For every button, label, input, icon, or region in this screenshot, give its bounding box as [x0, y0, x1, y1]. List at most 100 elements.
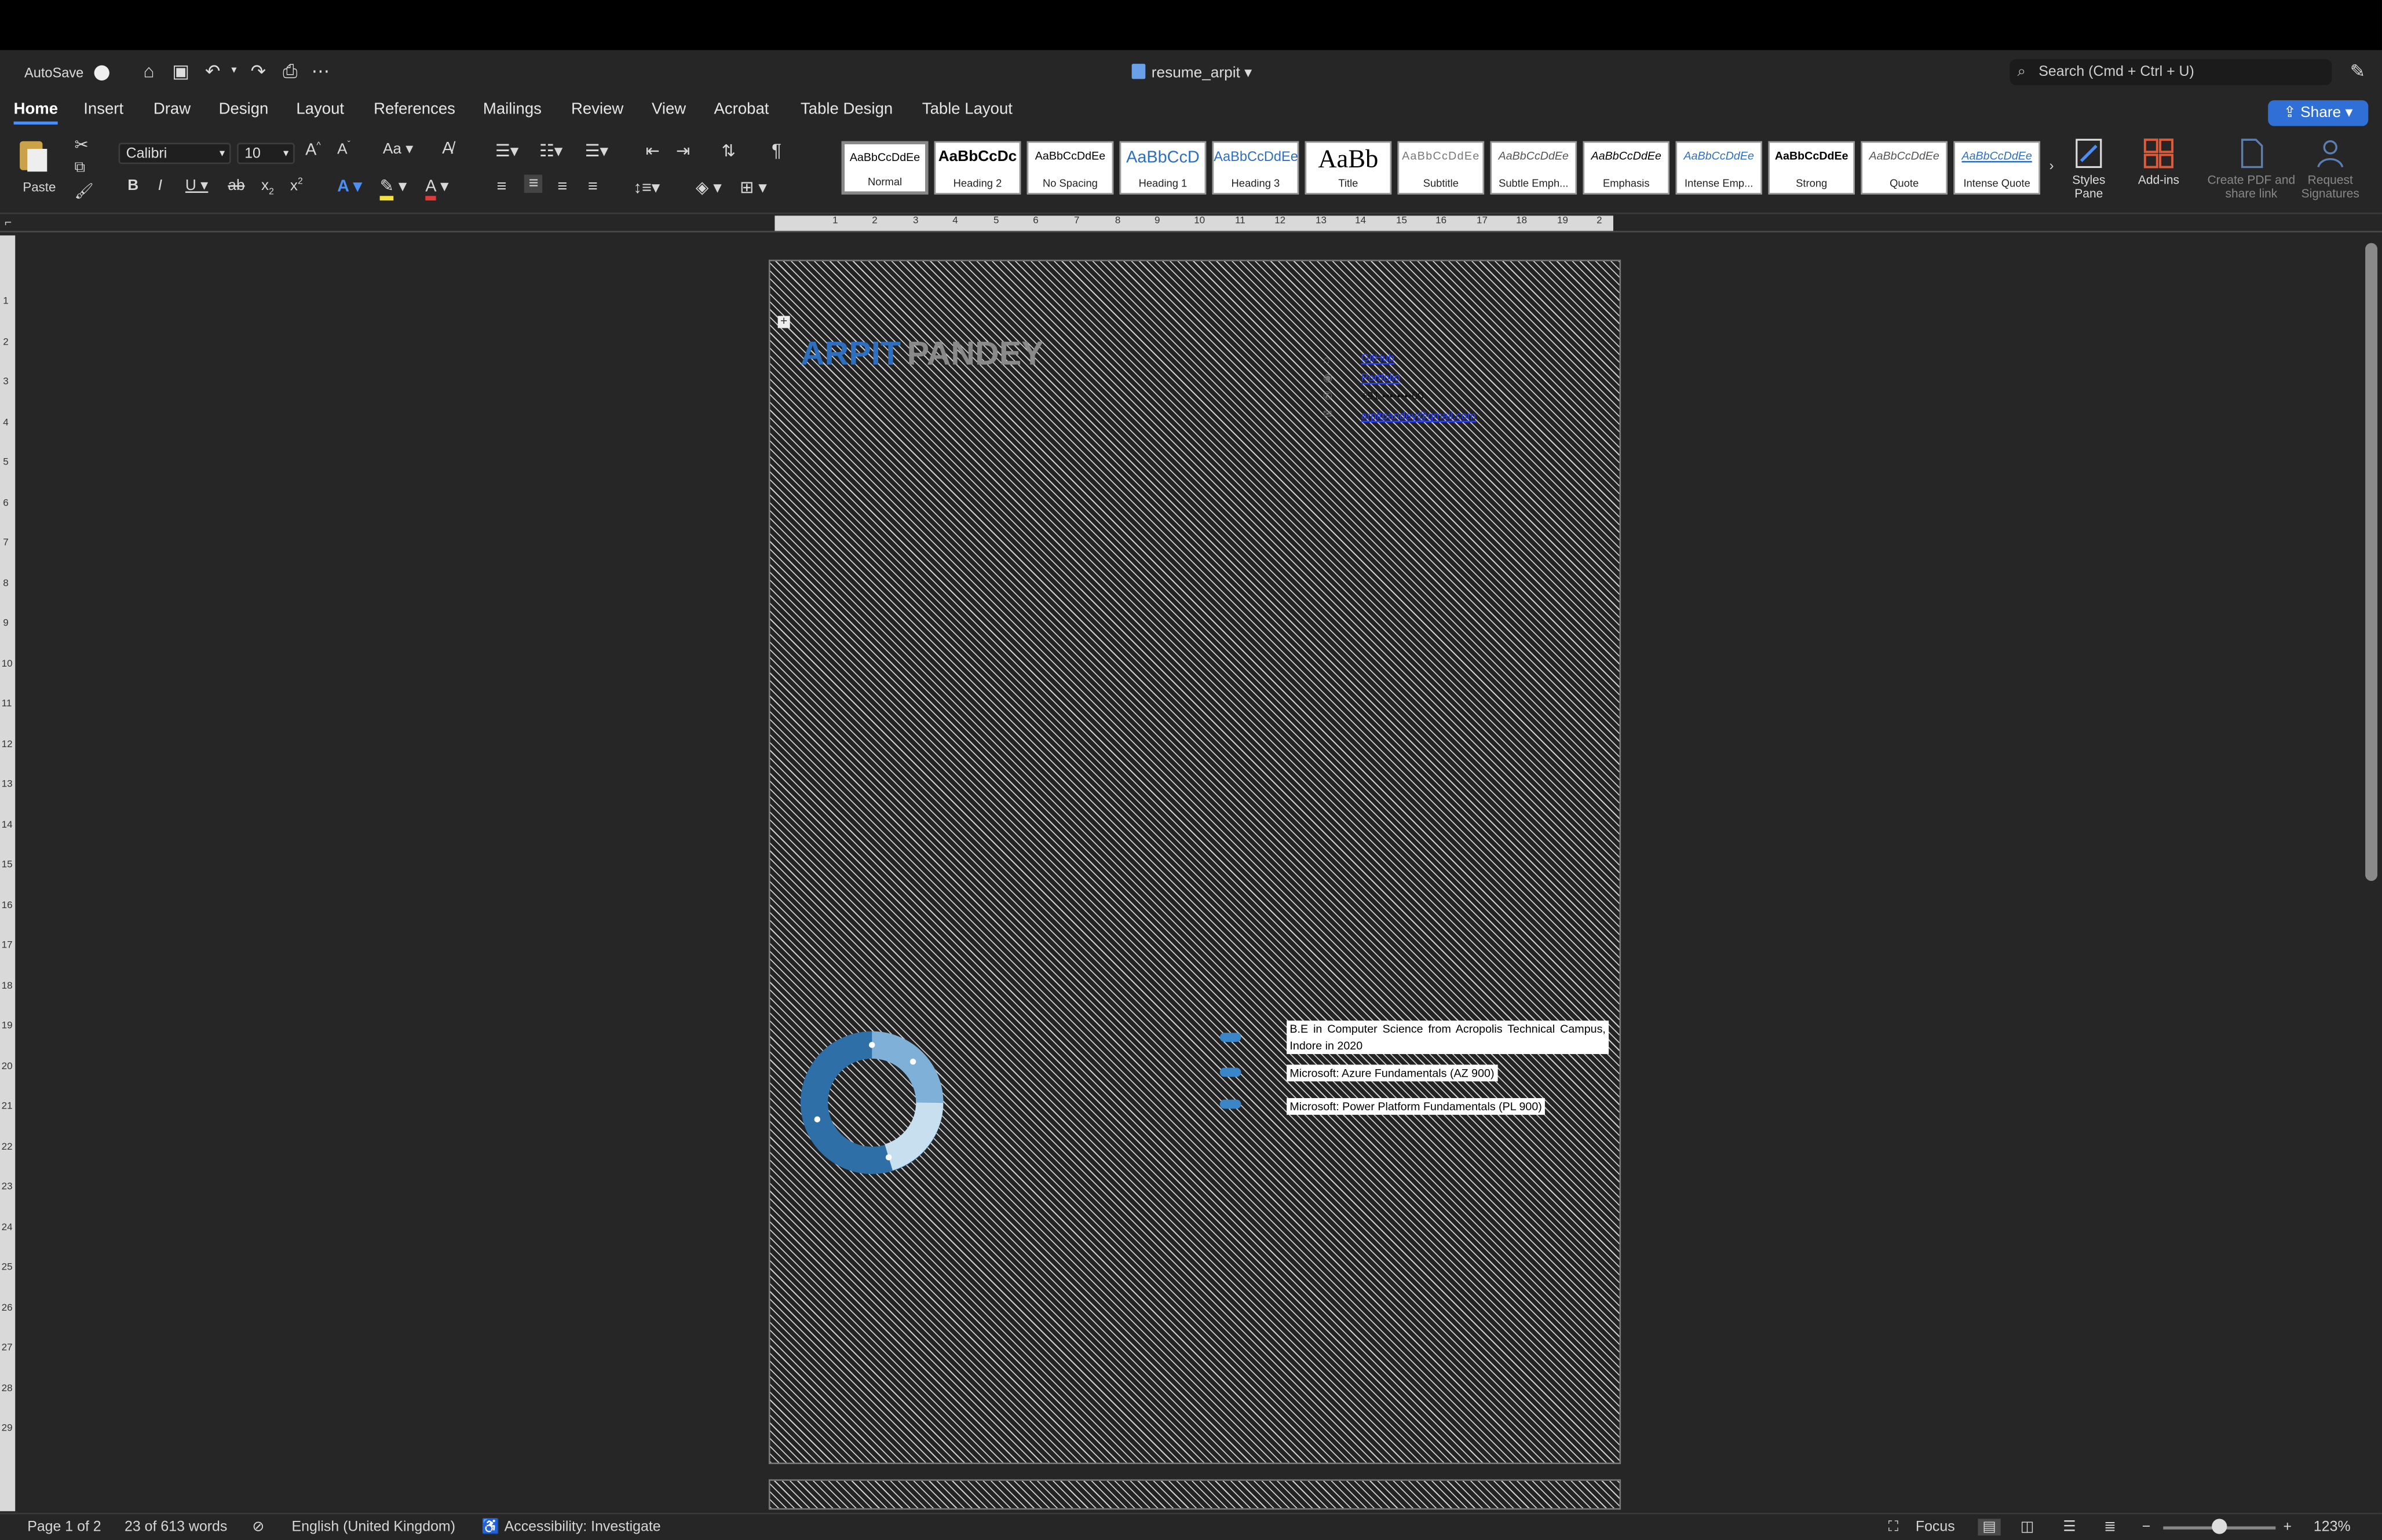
underline-icon[interactable]: U ▾	[185, 178, 208, 195]
style-subtitle[interactable]: AaBbCcDdEe Subtitle	[1397, 141, 1485, 195]
style-no-spacing[interactable]: AaBbCcDdEe No Spacing	[1026, 141, 1114, 195]
tab-draw[interactable]: Draw	[154, 100, 191, 118]
shrink-font-icon[interactable]: Aˇ	[337, 141, 350, 159]
request-signatures-button[interactable]: Request Signatures	[2291, 137, 2370, 200]
word-count[interactable]: 23 of 613 words	[125, 1519, 227, 1535]
print-icon[interactable]: ⎙	[280, 61, 301, 82]
tab-design[interactable]: Design	[219, 100, 269, 118]
save-icon[interactable]: ▣	[170, 61, 192, 82]
horizontal-ruler[interactable]: 1 2 3 4 5 6 7 8 9 10 11 12 13 14 15 16 1…	[774, 215, 1613, 231]
style-quote[interactable]: AaBbCcDdEe Quote	[1861, 141, 1948, 195]
undo-icon[interactable]: ↶	[202, 61, 224, 82]
format-painter-icon[interactable]: 🖌	[74, 184, 93, 200]
tab-table-layout[interactable]: Table Layout	[922, 100, 1013, 118]
outline-icon[interactable]: ☰	[2063, 1519, 2076, 1535]
highlight-icon[interactable]: ✎ ▾	[379, 176, 407, 201]
vertical-ruler[interactable]: 1 2 3 4 5 6 7 8 9 10 11 12 13 14 15 16 1…	[0, 235, 16, 1512]
document-title[interactable]: resume_arpit ▾	[1131, 64, 1252, 82]
tab-acrobat[interactable]: Acrobat	[714, 100, 769, 118]
copy-icon[interactable]: ⧉	[74, 159, 85, 176]
style-heading-3[interactable]: AaBbCcDdEe Heading 3	[1212, 141, 1299, 195]
style-normal[interactable]: AaBbCcDdEe Normal	[841, 141, 929, 195]
style-strong[interactable]: AaBbCcDdEe Strong	[1768, 141, 1855, 195]
contact-portfolio-link[interactable]: Portfolio	[1361, 374, 1400, 384]
line-spacing-icon[interactable]: ↕≡▾	[634, 178, 660, 197]
align-left-icon[interactable]: ≡	[497, 178, 507, 196]
addins-button[interactable]: Add-ins	[2130, 137, 2188, 187]
clear-formatting-icon[interactable]: A̸	[442, 140, 453, 158]
justify-icon[interactable]: ≡	[588, 178, 598, 196]
web-layout-icon[interactable]: ◫	[2021, 1519, 2034, 1535]
focus-icon[interactable]: ⛶	[1888, 1519, 1898, 1535]
tab-references[interactable]: References	[374, 100, 455, 118]
strikethrough-icon[interactable]: ab	[228, 178, 244, 195]
sort-icon[interactable]: ⇅	[722, 141, 736, 161]
pen-icon[interactable]: ✎	[2347, 61, 2369, 82]
search-input[interactable]: ⌕ Search (Cmd + Ctrl + U)	[2010, 59, 2332, 85]
shading-icon[interactable]: ◈ ▾	[696, 178, 722, 197]
more-icon[interactable]: ⋯	[310, 61, 331, 82]
text-effects-icon[interactable]: A ▾	[337, 176, 361, 196]
zoom-slider-thumb[interactable]	[2212, 1519, 2227, 1534]
style-subtle-emphasis[interactable]: AaBbCcDdEe Subtle Emph...	[1490, 141, 1577, 195]
print-layout-icon[interactable]: ▤	[1978, 1519, 2001, 1536]
align-right-icon[interactable]: ≡	[557, 178, 567, 196]
paste-icon[interactable]	[15, 137, 57, 172]
tab-review[interactable]: Review	[571, 100, 623, 118]
document-page-2[interactable]	[768, 1479, 1621, 1510]
tab-mailings[interactable]: Mailings	[483, 100, 542, 118]
font-color-icon[interactable]: A ▾	[425, 176, 448, 201]
cut-icon[interactable]: ✂	[74, 135, 88, 155]
styles-more-icon[interactable]: ›	[2049, 158, 2054, 173]
style-heading-1[interactable]: AaBbCcD Heading 1	[1119, 141, 1207, 195]
tab-layout[interactable]: Layout	[296, 100, 344, 118]
style-heading-2[interactable]: AaBbCcDc Heading 2	[934, 141, 1021, 195]
draft-icon[interactable]: ≣	[2104, 1519, 2116, 1535]
subscript-icon[interactable]: x2	[261, 178, 274, 197]
contact-email-link[interactable]: arpitpandey@gmail.com	[1361, 412, 1476, 422]
home-icon[interactable]: ⌂	[138, 61, 160, 82]
table-move-handle-icon[interactable]: +	[777, 315, 790, 328]
zoom-out-icon[interactable]: −	[2142, 1519, 2151, 1535]
style-title[interactable]: AaBb Title	[1305, 141, 1392, 195]
document-page[interactable]: + ARPIT PANDEY ⌂ ◉ ✆ ✉ GitHub Portfolio +91…	[768, 259, 1621, 1464]
tab-stop-icon[interactable]: ⌐	[5, 215, 12, 229]
accessibility-status[interactable]: Accessibility: Investigate	[505, 1519, 661, 1535]
contact-github-link[interactable]: GitHub	[1361, 354, 1394, 364]
numbering-icon[interactable]: ☷▾	[539, 141, 562, 161]
italic-icon[interactable]: I	[158, 178, 162, 195]
redo-icon[interactable]: ↷	[247, 61, 269, 82]
grow-font-icon[interactable]: A^	[305, 141, 321, 159]
increase-indent-icon[interactable]: ⇥	[676, 141, 690, 161]
zoom-level[interactable]: 123%	[2314, 1519, 2351, 1535]
autosave-toggle[interactable]	[94, 65, 109, 81]
borders-icon[interactable]: ⊞ ▾	[740, 178, 767, 197]
paragraph-mark-icon[interactable]: ¶	[772, 140, 781, 161]
bold-icon[interactable]: B	[127, 178, 138, 195]
tab-home[interactable]: Home	[13, 100, 59, 125]
focus-label[interactable]: Focus	[1916, 1519, 1955, 1535]
style-emphasis[interactable]: AaBbCcDdEe Emphasis	[1583, 141, 1670, 195]
style-intense-quote[interactable]: AaBbCcDdEe Intense Quote	[1953, 141, 2040, 195]
accessibility-icon[interactable]: ♿	[481, 1519, 499, 1535]
multilevel-list-icon[interactable]: ☰▾	[585, 141, 608, 161]
undo-dropdown-icon[interactable]: ▾	[223, 61, 244, 82]
decrease-indent-icon[interactable]: ⇤	[646, 141, 660, 161]
create-pdf-button[interactable]: Create PDF and share link	[2206, 137, 2297, 200]
bullets-icon[interactable]: ☰▾	[495, 141, 518, 161]
tab-view[interactable]: View	[652, 100, 686, 118]
share-button[interactable]: ⇪ Share ▾	[2268, 100, 2369, 126]
tab-table-design[interactable]: Table Design	[801, 100, 893, 118]
page-indicator[interactable]: Page 1 of 2	[27, 1519, 101, 1535]
change-case-icon[interactable]: Aa ▾	[383, 141, 414, 158]
language-indicator[interactable]: English (United Kingdom)	[292, 1519, 456, 1535]
superscript-icon[interactable]: x2	[290, 178, 303, 195]
zoom-in-icon[interactable]: +	[2283, 1519, 2292, 1535]
zoom-slider[interactable]	[2163, 1519, 2276, 1534]
styles-pane-button[interactable]: Styles Pane	[2063, 137, 2114, 200]
vertical-scrollbar[interactable]	[2365, 243, 2378, 881]
tab-insert[interactable]: Insert	[83, 100, 123, 118]
font-name-select[interactable]: Calibri ▾	[118, 142, 231, 164]
align-center-icon[interactable]: ≡	[524, 174, 543, 193]
style-intense-emphasis[interactable]: AaBbCcDdEe Intense Emp...	[1675, 141, 1762, 195]
